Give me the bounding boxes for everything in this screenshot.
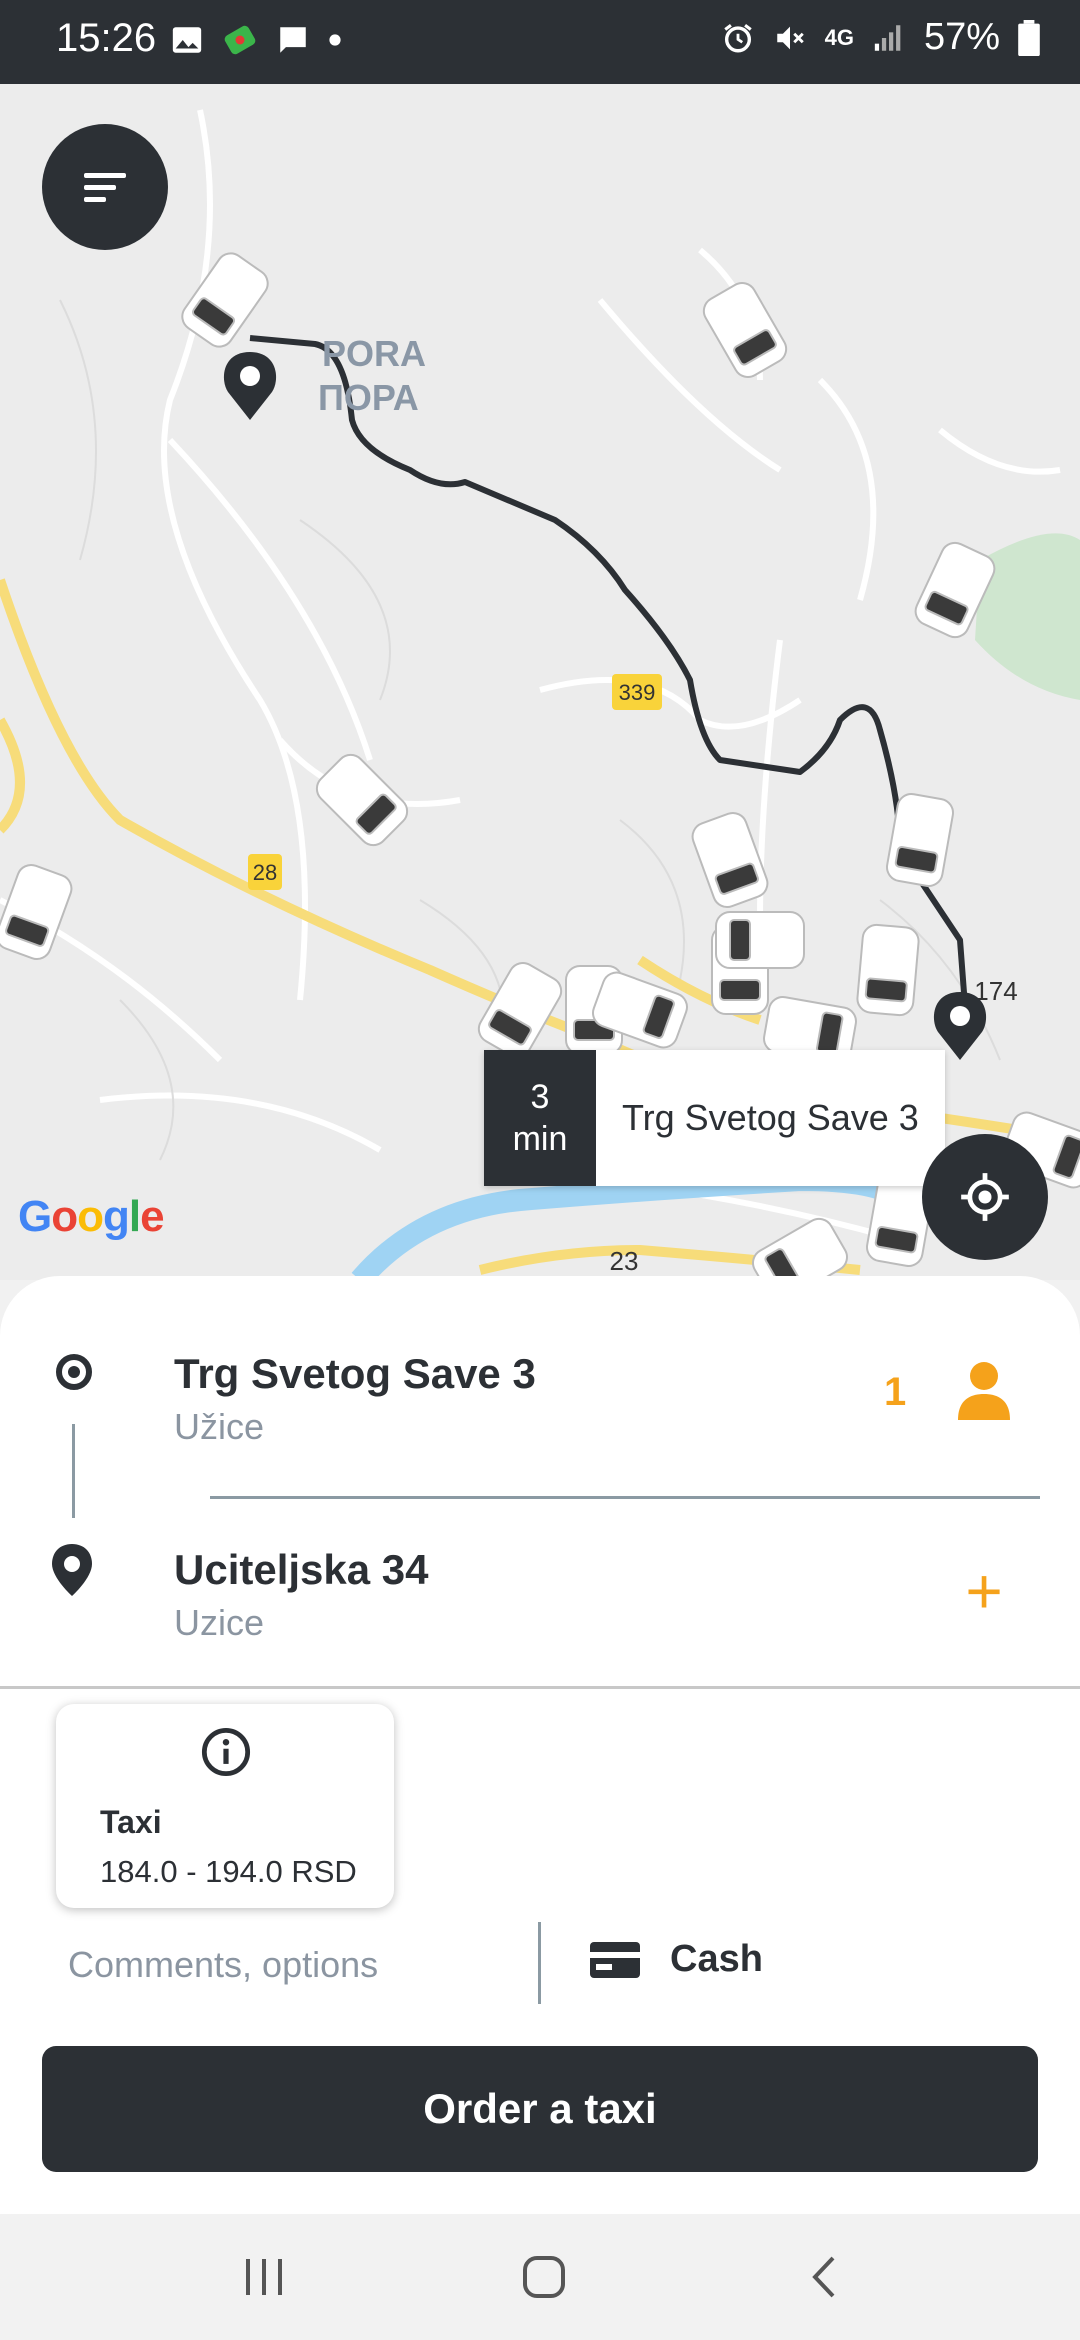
place-label-cyrillic: ПОРА (318, 377, 419, 418)
system-nav-bar (0, 2214, 1080, 2340)
mute-icon (776, 26, 804, 49)
sheet-divider (0, 1686, 1080, 1689)
back-icon (812, 2256, 835, 2298)
menu-icon (84, 173, 126, 202)
destination-title: Uciteljska 34 (174, 1546, 429, 1593)
plus-icon: + (965, 1555, 1003, 1627)
svg-text:339: 339 (619, 680, 656, 705)
passenger-selector[interactable]: 1 (860, 1350, 1060, 1440)
battery-percent: 57% (923, 16, 1000, 58)
image-icon (172, 27, 202, 53)
svg-text:23: 23 (610, 1246, 639, 1276)
pickup-title: Trg Svetog Save 3 (174, 1350, 536, 1397)
tariff-price: 184.0 - 194.0 RSD (100, 1854, 357, 1889)
menu-button[interactable] (42, 124, 168, 250)
add-stop-button[interactable]: + (944, 1556, 1024, 1626)
eta-unit: min (512, 1120, 568, 1158)
pickup-row[interactable]: Trg Svetog Save 3 Užice (0, 1330, 860, 1450)
route-separator (210, 1496, 1040, 1499)
order-taxi-button[interactable]: Order a taxi (42, 2046, 1038, 2172)
alarm-icon (723, 23, 752, 52)
person-icon (958, 1362, 1010, 1420)
eta-value: 3 (530, 1078, 550, 1116)
info-icon[interactable] (200, 1726, 252, 1778)
home-icon (523, 2256, 565, 2298)
payment-label: Cash (670, 1938, 763, 1980)
taxi-car-icon (856, 923, 920, 1017)
map-view[interactable]: 339 28 23 174 PORA ПОРА 3 min Trg Svetog… (0, 84, 1080, 1280)
eta-tooltip[interactable]: 3 min Trg Svetog Save 3 (484, 1050, 945, 1186)
tariff-card-taxi[interactable]: Taxi 184.0 - 194.0 RSD (56, 1704, 394, 1908)
card-icon (590, 1941, 640, 1978)
recents-button[interactable] (224, 2244, 304, 2310)
locate-button[interactable] (922, 1134, 1048, 1260)
signal-icon (874, 24, 901, 51)
app-icon (224, 25, 256, 55)
dot-icon (329, 34, 341, 46)
tariff-name: Taxi (100, 1804, 162, 1840)
recents-icon (246, 2259, 282, 2295)
home-button[interactable] (504, 2244, 584, 2310)
passenger-count: 1 (884, 1370, 907, 1414)
pickup-city: Užice (174, 1406, 265, 1447)
eta-box: 3 min (484, 1050, 596, 1186)
locate-icon (961, 1173, 1009, 1221)
status-time: 15:26 (56, 16, 157, 60)
network-type: 4G (824, 24, 854, 50)
options-separator (538, 1922, 541, 2004)
destination-row[interactable]: Uciteljska 34 Uzice (0, 1530, 900, 1650)
status-right: 4G 57% (721, 16, 1040, 59)
place-label-latin: PORA (322, 333, 426, 374)
message-icon (280, 27, 306, 53)
comments-field[interactable]: Comments, options (68, 1944, 378, 1986)
svg-text:28: 28 (253, 860, 277, 885)
back-button[interactable] (784, 2244, 864, 2310)
notification-icons (170, 22, 342, 58)
google-logo: Google (18, 1192, 165, 1241)
eta-address: Trg Svetog Save 3 (596, 1050, 945, 1186)
battery-icon (1018, 19, 1040, 56)
payment-selector[interactable]: Cash (590, 1938, 763, 1981)
status-bar: 15:26 4G 57% (0, 0, 1080, 84)
destination-city: Uzice (174, 1602, 265, 1643)
taxi-car-icon (715, 911, 805, 969)
